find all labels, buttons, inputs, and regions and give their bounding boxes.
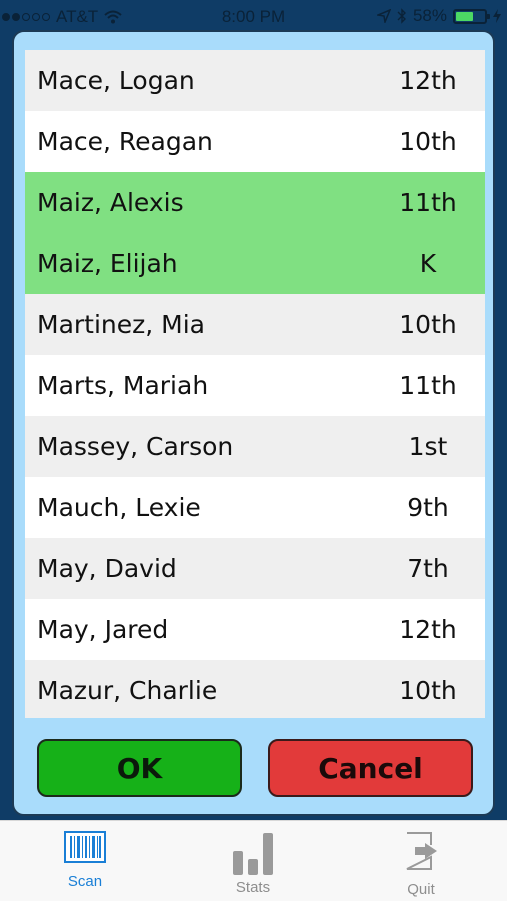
student-row[interactable]: May, David 7th [25, 538, 485, 599]
student-picker-dialog: Mace, Logan 12th Mace, Reagan 10th Maiz, Ale… [12, 30, 495, 816]
student-grade: 12th [399, 66, 457, 95]
student-name: May, Jared [37, 615, 169, 644]
student-grade: 11th [399, 188, 457, 217]
tab-scan[interactable]: Scan [25, 831, 145, 890]
student-grade: 11th [399, 371, 457, 400]
student-grade: 10th [399, 310, 457, 339]
student-list[interactable]: Mace, Logan 12th Mace, Reagan 10th Maiz, Ale… [25, 50, 485, 718]
location-arrow-icon [376, 9, 391, 23]
tab-stats[interactable]: Stats [193, 831, 313, 896]
student-grade: 1st [408, 432, 448, 461]
student-name: Mace, Logan [37, 66, 195, 95]
student-name: Massey, Carson [37, 432, 234, 461]
tab-scan-label: Scan [67, 873, 103, 890]
student-grade: 9th [407, 493, 449, 522]
student-row[interactable]: Maiz, Alexis 11th [25, 172, 485, 233]
charging-bolt-icon [493, 9, 501, 23]
battery-percent: 58% [412, 6, 447, 25]
student-name: Martinez, Mia [37, 310, 205, 339]
student-row[interactable]: Mazur, Charlie 10th [25, 660, 485, 718]
student-row[interactable]: May, Jared 12th [25, 599, 485, 660]
status-bar: AT&T 8:00 PM 58% [0, 0, 507, 34]
student-grade: 7th [407, 554, 449, 583]
student-row[interactable]: Mace, Reagan 10th [25, 111, 485, 172]
tab-quit-label: Quit [407, 881, 435, 898]
student-row[interactable]: Mace, Logan 12th [25, 50, 485, 111]
status-right: 58% [376, 6, 501, 26]
exit-icon [406, 832, 437, 870]
student-name: Mauch, Lexie [37, 493, 201, 522]
student-name: Mace, Reagan [37, 127, 213, 156]
battery-fill [456, 11, 474, 21]
ok-button[interactable]: OK [37, 739, 242, 797]
student-row[interactable]: Marts, Mariah 11th [25, 355, 485, 416]
student-grade: K [419, 249, 437, 278]
student-grade: 10th [399, 676, 457, 705]
student-row[interactable]: Mauch, Lexie 9th [25, 477, 485, 538]
tab-bar: Scan Stats Quit [0, 820, 507, 901]
barcode-icon [64, 831, 106, 863]
bar-chart-icon [233, 833, 273, 875]
student-name: Mazur, Charlie [37, 676, 218, 705]
student-grade: 10th [399, 127, 457, 156]
student-row[interactable]: Massey, Carson 1st [25, 416, 485, 477]
student-grade: 12th [399, 615, 457, 644]
student-name: May, David [37, 554, 177, 583]
student-name: Maiz, Alexis [37, 188, 184, 217]
battery-icon [453, 8, 490, 24]
student-name: Maiz, Elijah [37, 249, 178, 278]
cancel-button[interactable]: Cancel [268, 739, 473, 797]
bluetooth-icon [397, 8, 406, 24]
tab-quit[interactable]: Quit [361, 831, 481, 898]
student-name: Marts, Mariah [37, 371, 209, 400]
student-row[interactable]: Maiz, Elijah K [25, 233, 485, 294]
tab-stats-label: Stats [235, 879, 271, 896]
student-row[interactable]: Martinez, Mia 10th [25, 294, 485, 355]
